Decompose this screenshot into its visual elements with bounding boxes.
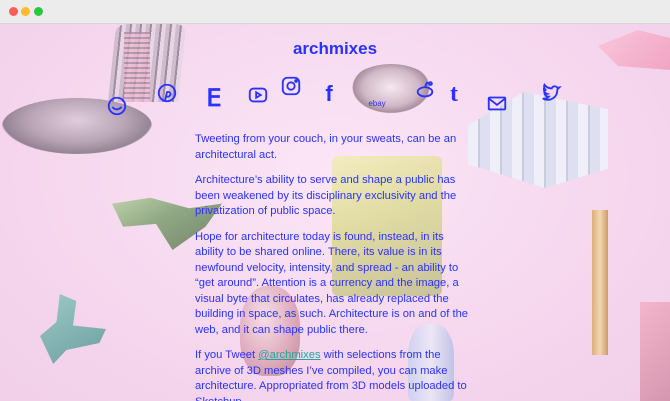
pinterest-icon[interactable] <box>155 81 179 105</box>
tumblr-icon[interactable]: t <box>442 82 466 106</box>
twitter-icon[interactable] <box>539 81 563 105</box>
maximize-window-button[interactable] <box>34 7 43 16</box>
page-canvas: archmixes 𝖤 f ebay t Tweeting from your … <box>0 24 670 401</box>
model-teal-fragment <box>40 294 106 364</box>
minimize-window-button[interactable] <box>21 7 30 16</box>
browser-window: archmixes 𝖤 f ebay t Tweeting from your … <box>0 0 670 401</box>
close-window-button[interactable] <box>9 7 18 16</box>
twitter-handle-link[interactable]: @archmixes <box>258 349 320 361</box>
model-disc-building <box>2 98 152 154</box>
article-text: If you Tweet <box>195 349 259 361</box>
model-mauve-block <box>640 302 670 401</box>
reddit-icon[interactable] <box>413 78 437 102</box>
youtube-icon[interactable] <box>246 83 270 107</box>
site-title[interactable]: archmixes <box>0 39 670 59</box>
article-paragraph: Tweeting from your couch, in your sweats… <box>195 133 457 161</box>
ebay-icon[interactable]: ebay <box>364 96 390 110</box>
instagram-icon[interactable] <box>279 74 303 98</box>
blogger-icon[interactable] <box>105 94 129 118</box>
mail-icon[interactable] <box>485 91 509 115</box>
window-titlebar <box>0 0 670 24</box>
article-paragraph-with-link: If you Tweet @archmixes with selections … <box>195 348 475 401</box>
facebook-icon[interactable]: f <box>317 82 341 106</box>
article-paragraph: Architecture’s ability to serve and shap… <box>195 174 457 217</box>
model-pillar <box>592 210 608 355</box>
ebay-label: ebay <box>368 98 386 108</box>
article-body: Tweeting from your couch, in your sweats… <box>195 132 475 401</box>
article-paragraph: Hope for architecture today is found, in… <box>195 230 469 336</box>
email-letter-icon[interactable]: 𝖤 <box>202 87 226 111</box>
